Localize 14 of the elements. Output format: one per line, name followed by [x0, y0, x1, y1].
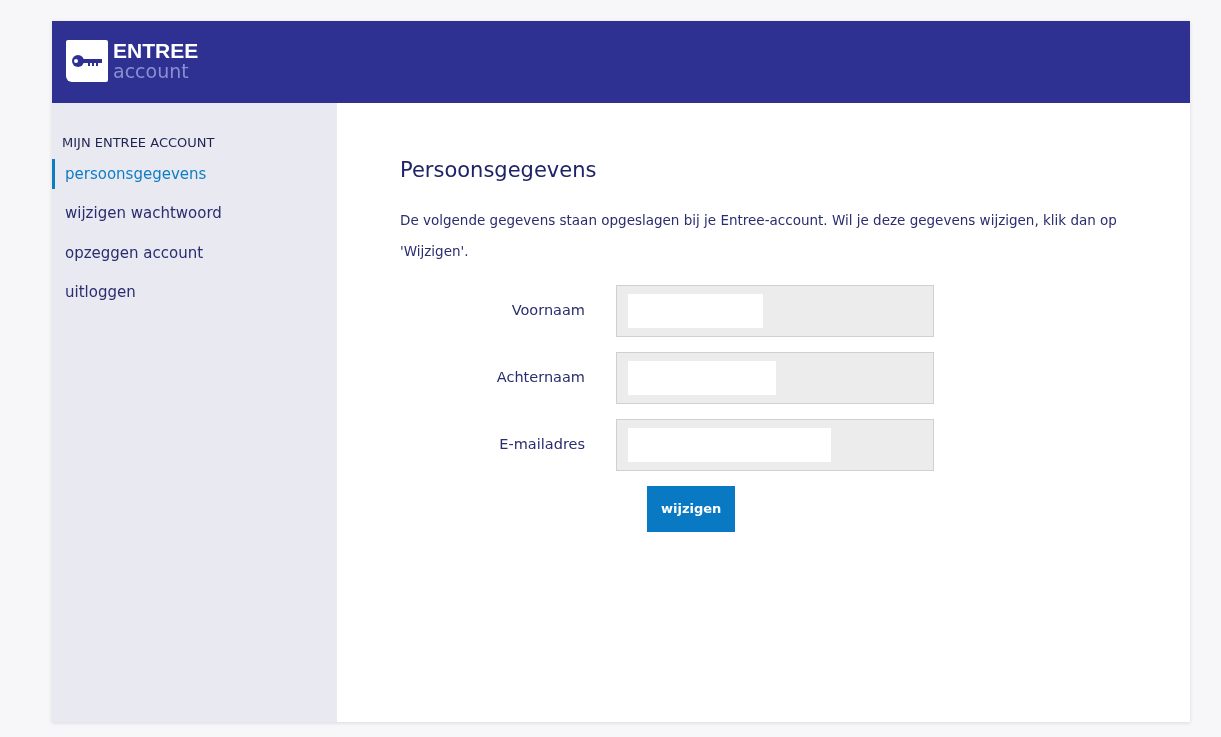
logo-subtitle: account — [113, 61, 190, 81]
field-label: Achternaam — [495, 367, 586, 387]
sidebar-link[interactable]: wijzigen wachtwoord — [52, 198, 337, 229]
field-label: E-mailadres — [498, 434, 586, 454]
sidebar-link[interactable]: opzeggen account — [52, 237, 337, 268]
sidebar-link[interactable]: uitloggen — [52, 277, 337, 308]
sidebar-heading: MIJN ENTREE ACCOUNT — [61, 134, 216, 152]
logo-title: ENTREE — [113, 41, 199, 61]
sidebar-link[interactable]: persoonsgegevens — [52, 158, 337, 189]
field-label: Voornaam — [510, 300, 586, 320]
key-icon — [66, 40, 108, 82]
page-title: Persoonsgegevens — [400, 157, 598, 184]
edit-button[interactable]: wijzigen — [647, 485, 736, 532]
intro-paragraph: De volgende gegevens staan opgeslagen bij je Entree-account. Wil je deze gegevens wijzigen, klik dan op 'Wijzigen'. — [400, 210, 1118, 261]
